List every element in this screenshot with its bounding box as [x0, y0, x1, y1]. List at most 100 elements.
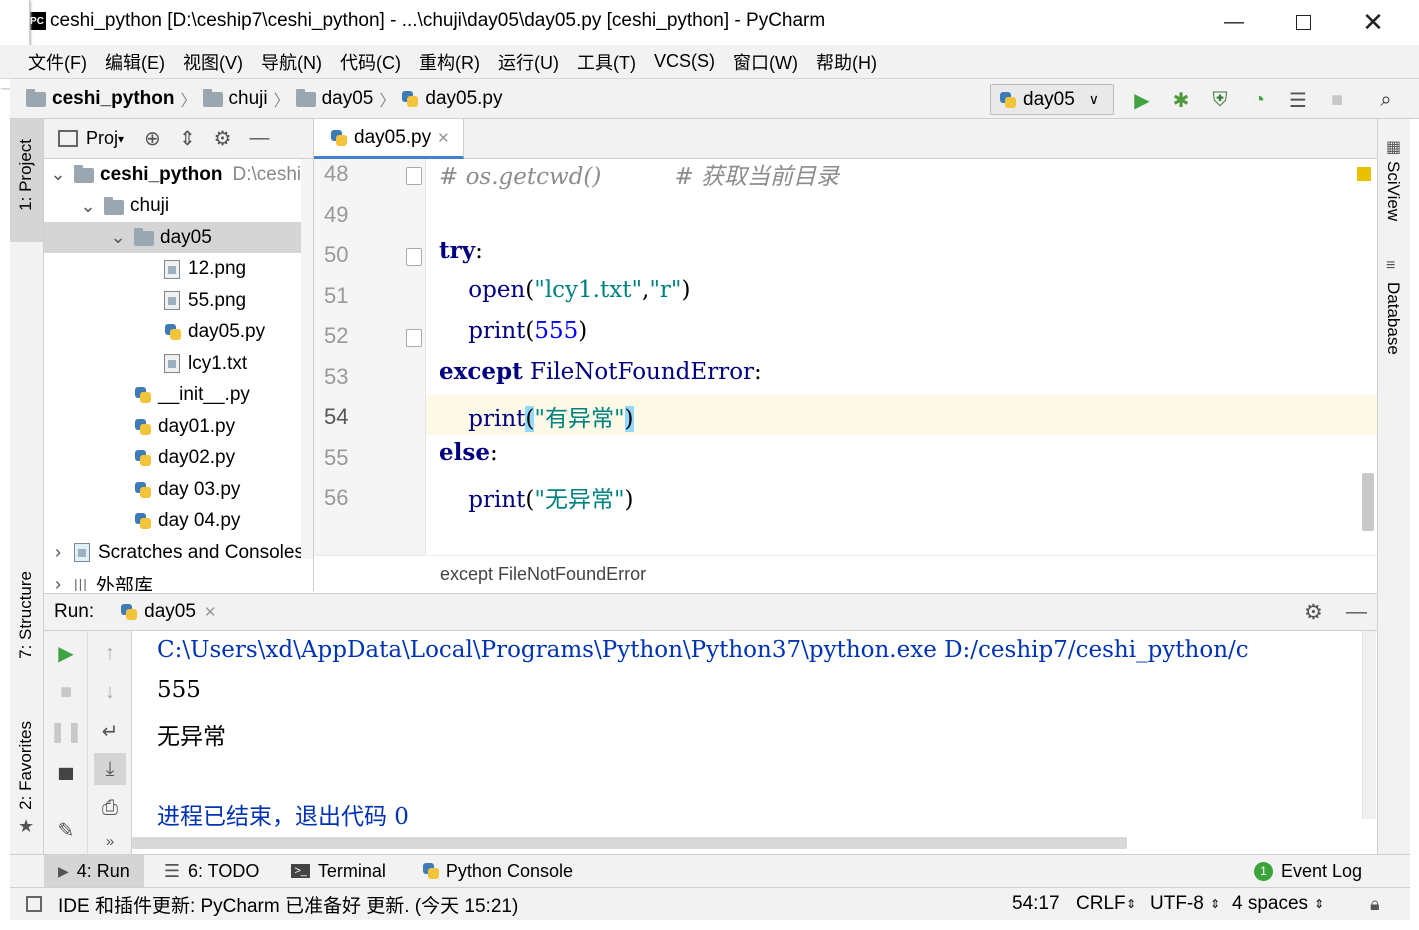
cursor-position[interactable]: 54:17 [1012, 893, 1060, 915]
tree-item[interactable]: __init__.py [44, 380, 313, 411]
project-view-selector[interactable]: Proj [86, 128, 118, 149]
arrow-up-icon[interactable]: ↑ [96, 639, 124, 667]
menu-window[interactable]: 窗口(W) [733, 49, 798, 75]
line-separator[interactable]: CRLF [1076, 893, 1126, 915]
project-view-icon [58, 130, 78, 147]
tree-scrollbar[interactable] [301, 159, 313, 559]
run-configuration-select[interactable]: day05 ∨ [990, 84, 1114, 115]
favorites-tool-tab[interactable]: 2: Favorites [16, 721, 36, 810]
concurrency-icon[interactable]: ☰ [1284, 86, 1312, 114]
menu-edit[interactable]: 编辑(E) [105, 49, 165, 75]
run-tool-button[interactable]: ▶ 4: Run [44, 855, 144, 887]
fold-marker-icon[interactable] [406, 329, 422, 347]
status-message[interactable]: IDE 和插件更新: PyCharm 已准备好 更新. (今天 15:21) [58, 891, 518, 918]
maximize-button[interactable] [1268, 0, 1338, 45]
todo-tool-button[interactable]: ☰ 6: TODO [164, 861, 260, 882]
menu-navigate[interactable]: 导航(N) [261, 49, 322, 75]
run-icon[interactable]: ▶ [1128, 86, 1156, 114]
status-toggle-icon[interactable] [26, 896, 42, 912]
pin-icon[interactable]: ✎ [52, 816, 80, 844]
hide-panel-icon[interactable]: — [250, 127, 270, 150]
menu-run[interactable]: 运行(U) [498, 49, 559, 75]
fold-marker-icon[interactable] [406, 248, 422, 266]
arrow-down-icon[interactable]: ↓ [96, 678, 124, 706]
tree-item[interactable]: 55.png [44, 285, 313, 316]
event-log-tool-button[interactable]: 1 Event Log [1254, 861, 1362, 882]
tree-item[interactable]: day02.py [44, 443, 313, 474]
code-editor[interactable]: # os.getcwd() # 获取当前目录 try: open("lcy1.t… [427, 159, 1377, 555]
menu-file[interactable]: 文件(F) [28, 49, 87, 75]
coverage-icon[interactable]: ⛨ [1206, 86, 1234, 114]
breadcrumb-project[interactable]: ceshi_python [52, 88, 174, 110]
tree-item[interactable]: ⌄ chuji [44, 191, 313, 222]
search-everywhere-icon[interactable]: ⌕ [1372, 86, 1400, 114]
fold-marker-icon[interactable] [406, 167, 422, 185]
event-log-label: Event Log [1281, 860, 1363, 881]
more-icon[interactable]: » [96, 827, 124, 855]
tree-item-label: day 03.py [158, 478, 241, 500]
pycharm-logo-icon: PC [28, 12, 46, 30]
database-tool-tab[interactable]: Database [1383, 282, 1403, 355]
collapse-all-icon[interactable]: ⇕ [179, 126, 196, 151]
python-console-tool-button[interactable]: Python Console [422, 861, 573, 882]
tree-item[interactable]: day 04.py [44, 506, 313, 537]
tree-item[interactable]: 12.png [44, 254, 313, 285]
editor-scrollbar[interactable] [1362, 473, 1374, 531]
pause-icon[interactable]: ❚❚ [49, 717, 83, 745]
tree-item[interactable]: ⌄ day05 [44, 222, 313, 253]
breadcrumb-file[interactable]: day05.py [425, 88, 502, 110]
menu-tools[interactable]: 工具(T) [577, 49, 636, 75]
editor-tab-day05[interactable]: day05.py ✕ [314, 119, 464, 159]
menu-view[interactable]: 视图(V) [183, 49, 243, 75]
chevron-right-icon[interactable]: › [50, 574, 66, 592]
rerun-icon[interactable]: ▶ [52, 639, 80, 667]
locate-icon[interactable]: ⊕ [144, 126, 161, 151]
chevron-right-icon[interactable]: › [50, 542, 66, 563]
stop-icon[interactable]: ■ [52, 678, 80, 706]
indent-setting[interactable]: 4 spaces [1232, 893, 1308, 915]
tree-item[interactable]: day01.py [44, 411, 313, 442]
menu-vcs[interactable]: VCS(S) [654, 51, 715, 72]
tree-item[interactable]: day 03.py [44, 474, 313, 505]
tree-item[interactable]: lcy1.txt [44, 348, 313, 379]
menu-code[interactable]: 代码(C) [340, 49, 401, 75]
terminal-tool-button[interactable]: >_ Terminal [291, 861, 386, 882]
code-breadcrumb[interactable]: except FileNotFoundError [314, 555, 1377, 593]
breadcrumb-chuji[interactable]: chuji [229, 88, 268, 110]
run-tab-day05[interactable]: day05 [144, 601, 196, 623]
tree-item[interactable]: › ||| 外部库 [44, 569, 313, 592]
debug-icon[interactable]: ✱ [1167, 86, 1195, 114]
stop-icon[interactable]: ■ [1323, 86, 1351, 114]
chevron-down-icon[interactable]: ⌄ [110, 227, 126, 248]
console-output[interactable]: C:\Users\xd\AppData\Local\Programs\Pytho… [132, 631, 1377, 854]
close-tab-icon[interactable]: ✕ [437, 129, 450, 147]
file-encoding[interactable]: UTF-8 [1150, 893, 1204, 915]
breadcrumb-day05[interactable]: day05 [322, 88, 374, 110]
tree-item[interactable]: day05.py [44, 317, 313, 348]
close-window-button[interactable]: ✕ [1338, 0, 1408, 45]
minimize-button[interactable]: — [1199, 0, 1269, 45]
sciview-tool-tab[interactable]: SciView [1383, 161, 1403, 221]
scroll-to-end-icon[interactable]: ⤓ [94, 753, 126, 785]
tree-item-label: ceshi_python [100, 163, 223, 185]
chevron-down-icon[interactable]: ⌄ [80, 196, 96, 217]
console-horizontal-scrollbar[interactable] [132, 837, 1127, 849]
structure-tool-tab[interactable]: 7: Structure [16, 571, 36, 659]
menu-refactor[interactable]: 重构(R) [419, 49, 480, 75]
console-vertical-scrollbar[interactable] [1362, 631, 1376, 819]
profile-icon[interactable]: ◔ [1245, 86, 1273, 114]
gear-icon[interactable]: ⚙ [214, 126, 232, 151]
tree-item[interactable]: › Scratches and Consoles [44, 537, 313, 568]
hide-panel-icon[interactable]: — [1346, 600, 1367, 624]
tree-item[interactable]: ⌄ ceshi_python D:\ceship [44, 159, 313, 190]
gear-icon[interactable]: ⚙ [1304, 600, 1323, 625]
restore-layout-icon[interactable]: ▀ [52, 766, 80, 794]
soft-wrap-icon[interactable]: ↵ [96, 717, 124, 745]
line-number: 50 [324, 242, 349, 267]
chevron-down-icon[interactable]: ⌄ [50, 164, 66, 185]
project-tool-tab[interactable]: 1: Project [16, 139, 36, 211]
menu-help[interactable]: 帮助(H) [816, 49, 877, 75]
lock-icon[interactable]: 🔒︎ [1370, 894, 1380, 915]
print-icon[interactable]: ⎙ [96, 794, 124, 822]
close-tab-icon[interactable]: ✕ [204, 603, 217, 621]
